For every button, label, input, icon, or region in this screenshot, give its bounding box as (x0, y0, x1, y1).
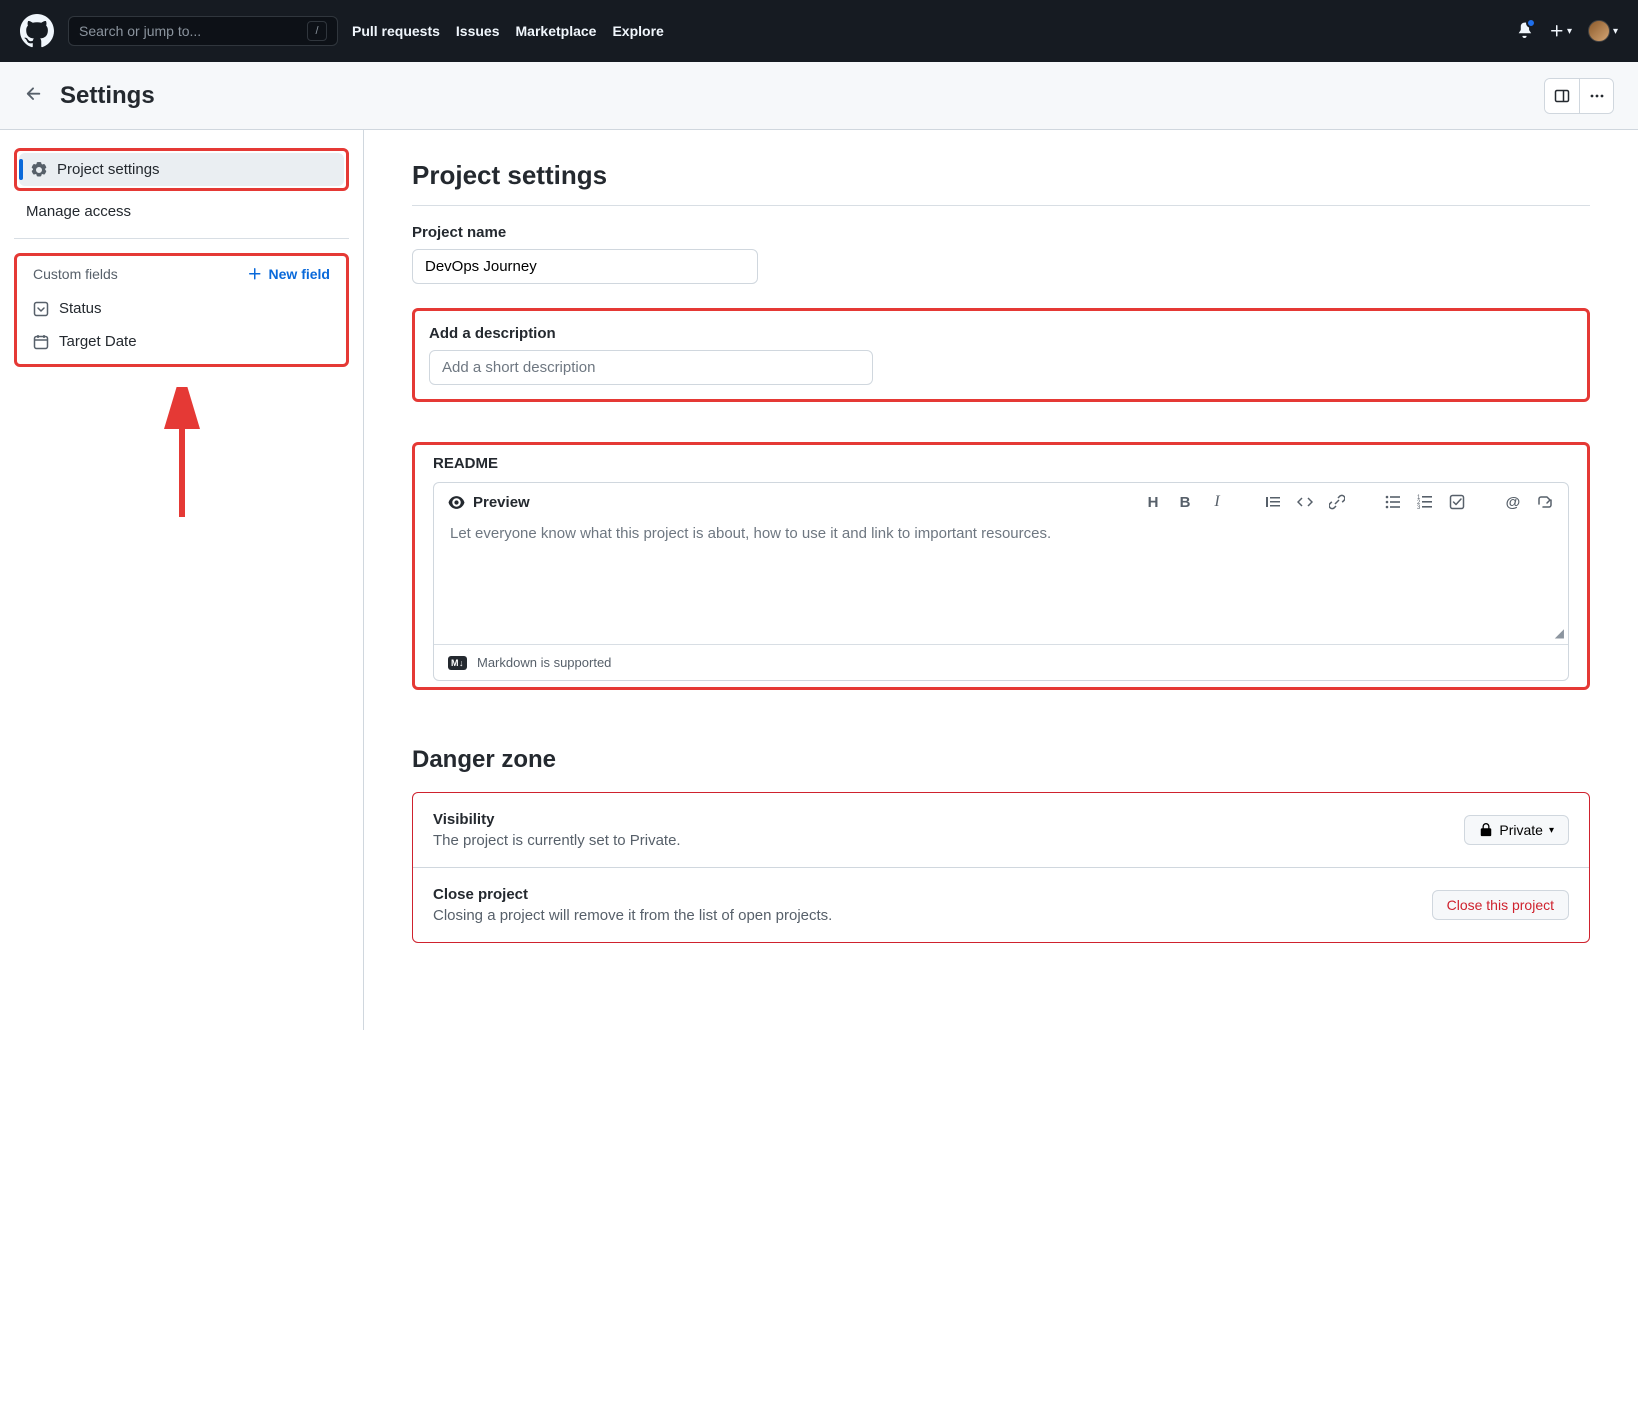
global-header: / Pull requests Issues Marketplace Explo… (0, 0, 1638, 62)
nav-explore[interactable]: Explore (612, 23, 663, 39)
danger-zone: Visibility The project is currently set … (412, 792, 1590, 943)
preview-toggle[interactable]: Preview (448, 494, 530, 511)
search-slash-hint: / (307, 21, 327, 41)
sidebar-item-label: Project settings (57, 161, 160, 178)
custom-fields-heading: Custom fields (33, 266, 118, 282)
project-name-input[interactable] (412, 249, 758, 284)
notification-dot-icon (1526, 18, 1536, 28)
annotation-highlight: Project settings (14, 148, 349, 191)
github-logo-icon[interactable] (20, 14, 54, 48)
single-select-icon (33, 301, 49, 317)
readme-editor: Preview H B I (433, 482, 1569, 681)
custom-field-label: Status (59, 300, 102, 317)
sidebar-item-manage-access[interactable]: Manage access (14, 195, 349, 228)
panel-toggle-button[interactable] (1545, 79, 1579, 113)
bold-icon[interactable]: B (1176, 493, 1194, 511)
create-new-dropdown[interactable]: ▾ (1549, 23, 1572, 39)
annotation-highlight: README Preview H B I (412, 442, 1590, 690)
new-field-button[interactable]: New field (247, 266, 330, 282)
ordered-list-icon[interactable]: 123 (1416, 493, 1434, 511)
description-label: Add a description (429, 325, 1573, 342)
nav-pull-requests[interactable]: Pull requests (352, 23, 440, 39)
caret-down-icon: ▾ (1613, 26, 1618, 37)
annotation-highlight: Custom fields New field Status Target Da… (14, 253, 349, 367)
caret-down-icon: ▾ (1549, 825, 1554, 836)
readme-label: README (433, 455, 1569, 472)
svg-text:3: 3 (1417, 505, 1421, 510)
cross-reference-icon[interactable] (1536, 493, 1554, 511)
custom-field-target-date[interactable]: Target Date (21, 325, 342, 358)
danger-title: Close project (433, 886, 1432, 903)
code-icon[interactable] (1296, 493, 1314, 511)
heading-icon[interactable]: H (1144, 493, 1162, 511)
markdown-hint: Markdown is supported (477, 655, 611, 670)
kebab-menu-button[interactable] (1579, 79, 1613, 113)
caret-down-icon: ▾ (1567, 26, 1572, 37)
project-name-label: Project name (412, 224, 1590, 241)
main-heading: Project settings (412, 160, 1590, 191)
description-input[interactable] (429, 350, 873, 385)
back-arrow-icon[interactable] (24, 84, 44, 107)
notifications-icon[interactable] (1516, 21, 1533, 41)
visibility-button[interactable]: Private ▾ (1464, 815, 1569, 845)
link-icon[interactable] (1328, 493, 1346, 511)
settings-sidebar: Project settings Manage access Custom fi… (0, 130, 364, 1030)
eye-icon (448, 494, 465, 511)
gear-icon (31, 162, 47, 178)
user-menu[interactable]: ▾ (1588, 20, 1618, 42)
italic-icon[interactable]: I (1208, 493, 1226, 511)
mention-icon[interactable]: @ (1504, 493, 1522, 511)
danger-row-visibility: Visibility The project is currently set … (413, 793, 1589, 867)
custom-field-status[interactable]: Status (21, 292, 342, 325)
nav-marketplace[interactable]: Marketplace (516, 23, 597, 39)
annotation-highlight: Add a description (412, 308, 1590, 402)
close-project-button[interactable]: Close this project (1432, 890, 1569, 920)
custom-field-label: Target Date (59, 333, 137, 350)
page-subheader: Settings (0, 62, 1638, 130)
avatar (1588, 20, 1610, 42)
danger-desc: The project is currently set to Private. (433, 832, 1464, 849)
danger-row-close: Close project Closing a project will rem… (413, 867, 1589, 942)
search-bar[interactable]: / (68, 16, 338, 46)
task-list-icon[interactable] (1448, 493, 1466, 511)
page-title: Settings (60, 82, 155, 110)
markdown-badge-icon: M↓ (448, 656, 467, 670)
settings-main: Project settings Project name Add a desc… (364, 130, 1638, 1030)
plus-icon (247, 266, 263, 282)
search-input[interactable] (79, 23, 307, 39)
sidebar-item-label: Manage access (26, 203, 131, 220)
quote-icon[interactable] (1264, 493, 1282, 511)
danger-zone-heading: Danger zone (412, 746, 1590, 774)
calendar-icon (33, 334, 49, 350)
danger-title: Visibility (433, 811, 1464, 828)
danger-desc: Closing a project will remove it from th… (433, 907, 1432, 924)
readme-textarea[interactable] (434, 521, 1568, 641)
lock-icon (1479, 823, 1493, 837)
primary-nav: Pull requests Issues Marketplace Explore (352, 23, 664, 39)
sidebar-item-project-settings[interactable]: Project settings (19, 153, 344, 186)
nav-issues[interactable]: Issues (456, 23, 500, 39)
annotation-arrow-icon (152, 387, 212, 527)
unordered-list-icon[interactable] (1384, 493, 1402, 511)
